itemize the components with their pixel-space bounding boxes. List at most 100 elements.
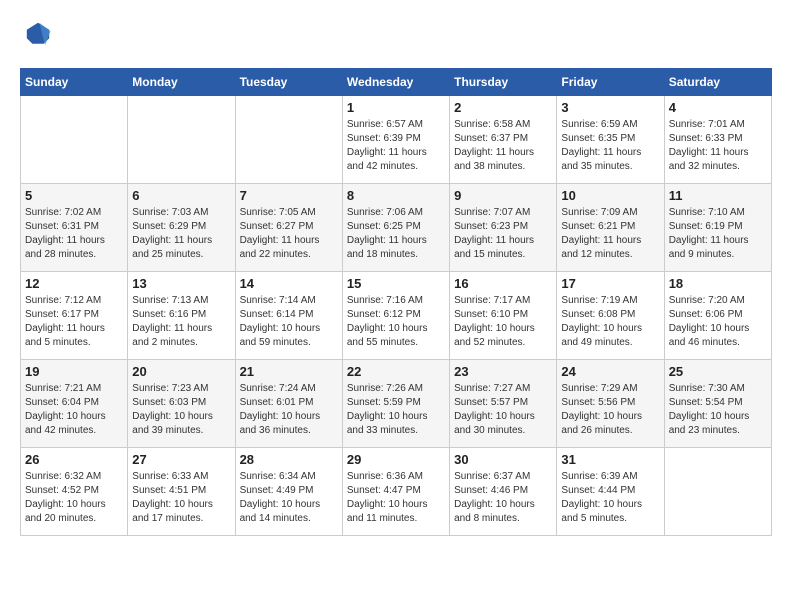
day-number: 12 bbox=[25, 276, 123, 291]
day-info: Sunrise: 6:59 AM Sunset: 6:35 PM Dayligh… bbox=[561, 118, 659, 174]
day-info: Sunrise: 6:34 AM Sunset: 4:49 PM Dayligh… bbox=[240, 470, 338, 526]
calendar-cell: 16 Sunrise: 7:17 AM Sunset: 6:10 PM Dayl… bbox=[450, 272, 557, 360]
day-info: Sunrise: 6:39 AM Sunset: 4:44 PM Dayligh… bbox=[561, 470, 659, 526]
day-info: Sunrise: 7:20 AM Sunset: 6:06 PM Dayligh… bbox=[669, 294, 767, 350]
day-number: 25 bbox=[669, 364, 767, 379]
day-number: 27 bbox=[132, 452, 230, 467]
calendar-cell: 11 Sunrise: 7:10 AM Sunset: 6:19 PM Dayl… bbox=[664, 184, 771, 272]
calendar-cell: 4 Sunrise: 7:01 AM Sunset: 6:33 PM Dayli… bbox=[664, 96, 771, 184]
day-info: Sunrise: 7:24 AM Sunset: 6:01 PM Dayligh… bbox=[240, 382, 338, 438]
logo-icon bbox=[24, 20, 52, 48]
calendar-cell: 19 Sunrise: 7:21 AM Sunset: 6:04 PM Dayl… bbox=[21, 360, 128, 448]
weekday-header-saturday: Saturday bbox=[664, 69, 771, 96]
weekday-header-sunday: Sunday bbox=[21, 69, 128, 96]
calendar-cell: 6 Sunrise: 7:03 AM Sunset: 6:29 PM Dayli… bbox=[128, 184, 235, 272]
day-number: 14 bbox=[240, 276, 338, 291]
day-info: Sunrise: 6:32 AM Sunset: 4:52 PM Dayligh… bbox=[25, 470, 123, 526]
calendar-cell: 21 Sunrise: 7:24 AM Sunset: 6:01 PM Dayl… bbox=[235, 360, 342, 448]
day-number: 28 bbox=[240, 452, 338, 467]
weekday-header-row: SundayMondayTuesdayWednesdayThursdayFrid… bbox=[21, 69, 772, 96]
calendar-cell: 28 Sunrise: 6:34 AM Sunset: 4:49 PM Dayl… bbox=[235, 448, 342, 536]
day-info: Sunrise: 6:36 AM Sunset: 4:47 PM Dayligh… bbox=[347, 470, 445, 526]
day-number: 8 bbox=[347, 188, 445, 203]
calendar-cell bbox=[128, 96, 235, 184]
calendar-cell: 26 Sunrise: 6:32 AM Sunset: 4:52 PM Dayl… bbox=[21, 448, 128, 536]
calendar-week-row: 26 Sunrise: 6:32 AM Sunset: 4:52 PM Dayl… bbox=[21, 448, 772, 536]
calendar-cell: 2 Sunrise: 6:58 AM Sunset: 6:37 PM Dayli… bbox=[450, 96, 557, 184]
calendar-cell: 17 Sunrise: 7:19 AM Sunset: 6:08 PM Dayl… bbox=[557, 272, 664, 360]
calendar-week-row: 12 Sunrise: 7:12 AM Sunset: 6:17 PM Dayl… bbox=[21, 272, 772, 360]
day-info: Sunrise: 7:21 AM Sunset: 6:04 PM Dayligh… bbox=[25, 382, 123, 438]
weekday-header-friday: Friday bbox=[557, 69, 664, 96]
day-number: 31 bbox=[561, 452, 659, 467]
day-info: Sunrise: 7:16 AM Sunset: 6:12 PM Dayligh… bbox=[347, 294, 445, 350]
day-number: 22 bbox=[347, 364, 445, 379]
day-info: Sunrise: 7:05 AM Sunset: 6:27 PM Dayligh… bbox=[240, 206, 338, 262]
calendar-cell: 7 Sunrise: 7:05 AM Sunset: 6:27 PM Dayli… bbox=[235, 184, 342, 272]
day-info: Sunrise: 7:12 AM Sunset: 6:17 PM Dayligh… bbox=[25, 294, 123, 350]
calendar-cell: 15 Sunrise: 7:16 AM Sunset: 6:12 PM Dayl… bbox=[342, 272, 449, 360]
day-number: 3 bbox=[561, 100, 659, 115]
day-info: Sunrise: 7:10 AM Sunset: 6:19 PM Dayligh… bbox=[669, 206, 767, 262]
day-number: 5 bbox=[25, 188, 123, 203]
day-info: Sunrise: 7:17 AM Sunset: 6:10 PM Dayligh… bbox=[454, 294, 552, 350]
day-info: Sunrise: 7:14 AM Sunset: 6:14 PM Dayligh… bbox=[240, 294, 338, 350]
day-number: 20 bbox=[132, 364, 230, 379]
calendar-cell bbox=[235, 96, 342, 184]
logo bbox=[20, 20, 52, 53]
day-number: 4 bbox=[669, 100, 767, 115]
day-info: Sunrise: 6:58 AM Sunset: 6:37 PM Dayligh… bbox=[454, 118, 552, 174]
calendar-cell: 25 Sunrise: 7:30 AM Sunset: 5:54 PM Dayl… bbox=[664, 360, 771, 448]
calendar-cell bbox=[21, 96, 128, 184]
day-number: 30 bbox=[454, 452, 552, 467]
calendar-cell: 12 Sunrise: 7:12 AM Sunset: 6:17 PM Dayl… bbox=[21, 272, 128, 360]
day-number: 7 bbox=[240, 188, 338, 203]
day-number: 17 bbox=[561, 276, 659, 291]
calendar-cell: 8 Sunrise: 7:06 AM Sunset: 6:25 PM Dayli… bbox=[342, 184, 449, 272]
day-number: 24 bbox=[561, 364, 659, 379]
day-info: Sunrise: 7:27 AM Sunset: 5:57 PM Dayligh… bbox=[454, 382, 552, 438]
calendar-week-row: 5 Sunrise: 7:02 AM Sunset: 6:31 PM Dayli… bbox=[21, 184, 772, 272]
calendar-cell: 3 Sunrise: 6:59 AM Sunset: 6:35 PM Dayli… bbox=[557, 96, 664, 184]
day-number: 11 bbox=[669, 188, 767, 203]
day-number: 18 bbox=[669, 276, 767, 291]
day-info: Sunrise: 7:02 AM Sunset: 6:31 PM Dayligh… bbox=[25, 206, 123, 262]
calendar-cell bbox=[664, 448, 771, 536]
day-number: 10 bbox=[561, 188, 659, 203]
day-number: 6 bbox=[132, 188, 230, 203]
day-info: Sunrise: 7:06 AM Sunset: 6:25 PM Dayligh… bbox=[347, 206, 445, 262]
day-info: Sunrise: 7:01 AM Sunset: 6:33 PM Dayligh… bbox=[669, 118, 767, 174]
page-header bbox=[20, 20, 772, 53]
calendar-week-row: 19 Sunrise: 7:21 AM Sunset: 6:04 PM Dayl… bbox=[21, 360, 772, 448]
weekday-header-monday: Monday bbox=[128, 69, 235, 96]
day-info: Sunrise: 7:19 AM Sunset: 6:08 PM Dayligh… bbox=[561, 294, 659, 350]
calendar-cell: 9 Sunrise: 7:07 AM Sunset: 6:23 PM Dayli… bbox=[450, 184, 557, 272]
weekday-header-wednesday: Wednesday bbox=[342, 69, 449, 96]
calendar-cell: 13 Sunrise: 7:13 AM Sunset: 6:16 PM Dayl… bbox=[128, 272, 235, 360]
day-info: Sunrise: 7:30 AM Sunset: 5:54 PM Dayligh… bbox=[669, 382, 767, 438]
calendar-cell: 30 Sunrise: 6:37 AM Sunset: 4:46 PM Dayl… bbox=[450, 448, 557, 536]
day-number: 13 bbox=[132, 276, 230, 291]
day-info: Sunrise: 7:29 AM Sunset: 5:56 PM Dayligh… bbox=[561, 382, 659, 438]
day-number: 1 bbox=[347, 100, 445, 115]
day-info: Sunrise: 7:26 AM Sunset: 5:59 PM Dayligh… bbox=[347, 382, 445, 438]
calendar-cell: 31 Sunrise: 6:39 AM Sunset: 4:44 PM Dayl… bbox=[557, 448, 664, 536]
calendar-cell: 27 Sunrise: 6:33 AM Sunset: 4:51 PM Dayl… bbox=[128, 448, 235, 536]
calendar-table: SundayMondayTuesdayWednesdayThursdayFrid… bbox=[20, 68, 772, 536]
calendar-cell: 14 Sunrise: 7:14 AM Sunset: 6:14 PM Dayl… bbox=[235, 272, 342, 360]
day-number: 15 bbox=[347, 276, 445, 291]
calendar-cell: 29 Sunrise: 6:36 AM Sunset: 4:47 PM Dayl… bbox=[342, 448, 449, 536]
calendar-week-row: 1 Sunrise: 6:57 AM Sunset: 6:39 PM Dayli… bbox=[21, 96, 772, 184]
calendar-cell: 5 Sunrise: 7:02 AM Sunset: 6:31 PM Dayli… bbox=[21, 184, 128, 272]
day-number: 19 bbox=[25, 364, 123, 379]
day-number: 16 bbox=[454, 276, 552, 291]
day-info: Sunrise: 6:33 AM Sunset: 4:51 PM Dayligh… bbox=[132, 470, 230, 526]
day-info: Sunrise: 7:23 AM Sunset: 6:03 PM Dayligh… bbox=[132, 382, 230, 438]
calendar-cell: 10 Sunrise: 7:09 AM Sunset: 6:21 PM Dayl… bbox=[557, 184, 664, 272]
calendar-cell: 22 Sunrise: 7:26 AM Sunset: 5:59 PM Dayl… bbox=[342, 360, 449, 448]
day-info: Sunrise: 6:57 AM Sunset: 6:39 PM Dayligh… bbox=[347, 118, 445, 174]
day-number: 29 bbox=[347, 452, 445, 467]
weekday-header-tuesday: Tuesday bbox=[235, 69, 342, 96]
day-number: 21 bbox=[240, 364, 338, 379]
day-number: 23 bbox=[454, 364, 552, 379]
